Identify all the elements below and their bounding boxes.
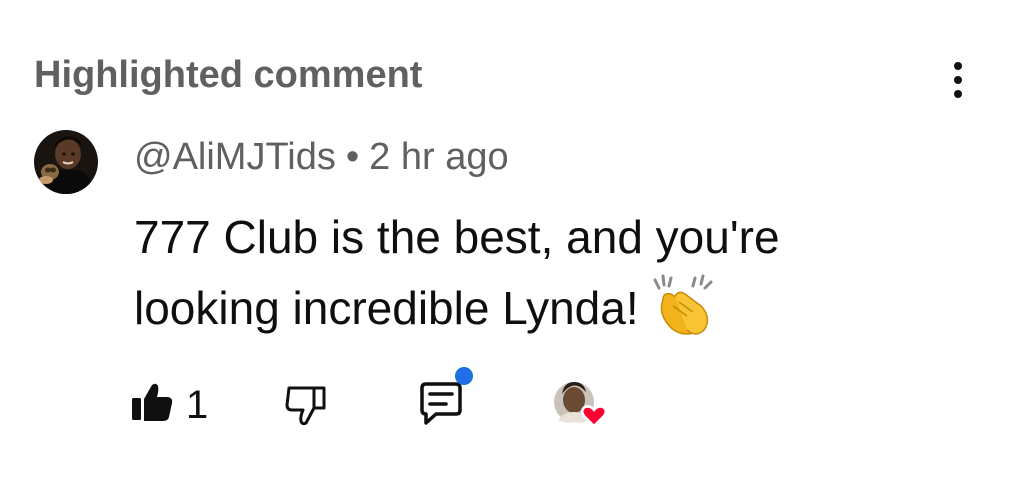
avatar-image (34, 130, 98, 194)
more-vert-icon-dot (954, 76, 962, 84)
meta-separator: • (345, 136, 360, 178)
clapping-hands-icon (653, 274, 713, 335)
comment-text: 777 Club is the best, and you're looking… (134, 202, 934, 343)
section-title: Highlighted comment (34, 54, 423, 96)
more-vert-icon-dot (954, 62, 962, 70)
more-vert-icon-dot (954, 90, 962, 98)
comment-text-line: looking incredible Lynda! (134, 272, 934, 343)
thumbs-down-icon (285, 386, 326, 426)
reply-button[interactable] (412, 364, 476, 430)
more-options-button[interactable] (938, 58, 978, 102)
comment-text-segment: looking incredible Lynda! (134, 282, 639, 334)
comment-timestamp[interactable]: 2 hr ago (369, 136, 508, 178)
creator-heart-icon (554, 382, 607, 428)
reply-comment-icon (420, 367, 473, 425)
author-handle[interactable]: @AliMJTids (134, 136, 336, 178)
highlighted-comment-panel: Highlighted comment @AliMJTids • 2 hr ago … (0, 0, 1024, 481)
like-button[interactable]: 1 (130, 380, 220, 428)
comment-meta: @AliMJTids • 2 hr ago (134, 134, 509, 180)
notification-dot (455, 367, 473, 385)
dislike-button[interactable] (282, 380, 334, 430)
thumbs-up-filled-icon (132, 383, 173, 421)
author-avatar[interactable] (34, 130, 98, 194)
comment-text-line: 777 Club is the best, and you're (134, 211, 780, 263)
creator-heart-badge[interactable] (550, 376, 614, 434)
like-count: 1 (186, 383, 209, 427)
